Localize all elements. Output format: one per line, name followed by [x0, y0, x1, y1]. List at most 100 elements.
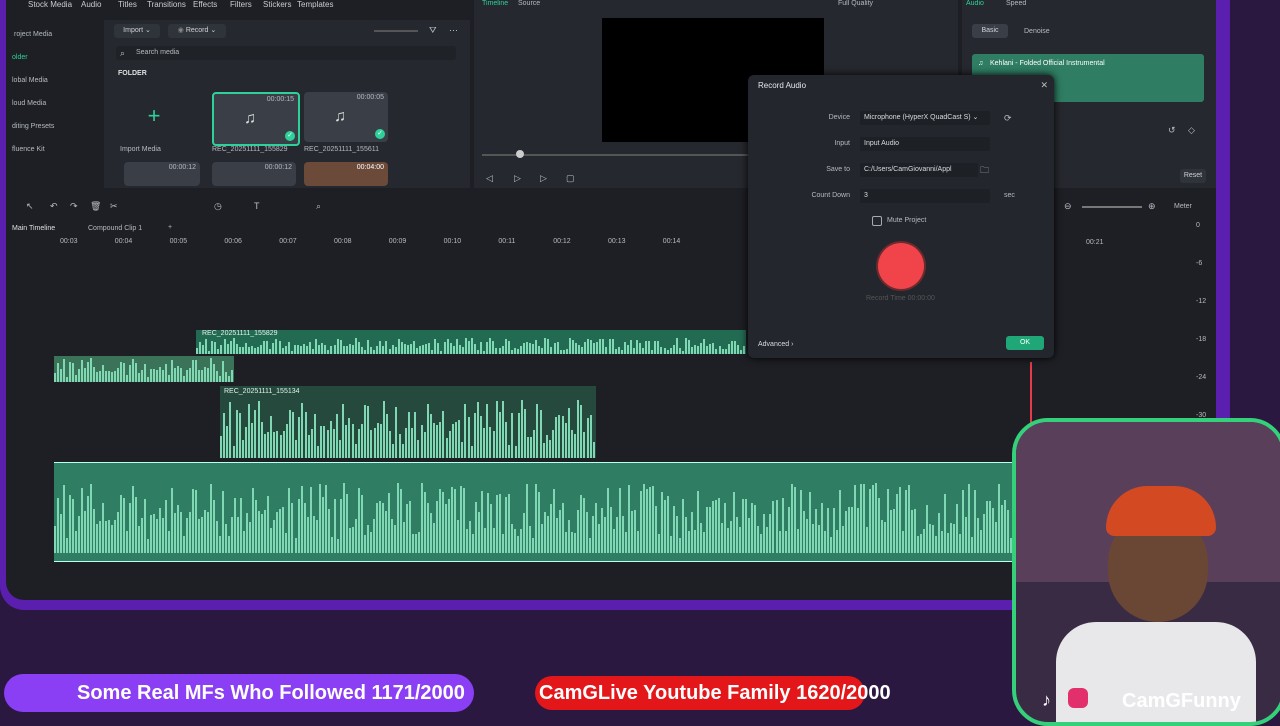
refresh-icon[interactable]: ⟳ — [1004, 112, 1012, 124]
add-timeline-button[interactable]: + — [168, 224, 172, 231]
waveform-bar — [715, 349, 718, 354]
device-select[interactable]: Microphone (HyperX QuadCast S) ⌄ — [860, 111, 990, 125]
tab-audio[interactable]: Audio — [81, 0, 101, 16]
audio-clip-2[interactable]: REC_20251111_155134 — [220, 386, 596, 458]
sidebar-item-cloud-media[interactable]: loud Media — [12, 100, 46, 107]
waveform-bar — [678, 347, 681, 354]
waveform-bar — [709, 507, 712, 553]
sidebar-item-project-media[interactable]: roject Media — [14, 31, 52, 38]
split-icon[interactable]: ✂ — [110, 200, 118, 212]
tab-speed[interactable]: Speed — [1006, 0, 1026, 7]
media-clip-4[interactable]: 00:00:12 — [212, 162, 296, 186]
select-icon[interactable]: ↖ — [26, 200, 34, 212]
ruler-tick-label: 00:09 — [388, 238, 407, 245]
waveform-bar — [69, 362, 71, 382]
reset-button[interactable]: Reset — [1180, 169, 1206, 183]
media-clip-1[interactable]: 00:00:15 ♫ ✓ — [212, 92, 300, 146]
input-select[interactable]: Input Audio — [860, 137, 990, 151]
ok-button[interactable]: OK — [1006, 336, 1044, 350]
tab-effects[interactable]: Effects — [193, 0, 217, 16]
waveform-bar — [733, 491, 736, 553]
waveform-bar — [269, 349, 272, 354]
zoom-in-icon[interactable]: ⊕ — [1148, 200, 1156, 212]
waveform-bar — [129, 365, 131, 382]
mute-project-checkbox[interactable] — [872, 216, 882, 226]
undo-icon[interactable]: ↶ — [50, 200, 58, 212]
quality-select[interactable]: Full Quality — [838, 0, 873, 7]
import-button[interactable]: Import ⌄ — [114, 24, 160, 38]
more-icon[interactable]: ⋯ — [449, 24, 458, 36]
sidebar-item-editing-presets[interactable]: diting Presets — [12, 123, 54, 130]
keyframe-icon[interactable]: ◇ — [1188, 124, 1195, 136]
sidebar-item-folder[interactable]: older — [12, 54, 28, 61]
waveform-bar — [997, 483, 1000, 553]
tab-audio-properties[interactable]: Audio — [966, 0, 984, 7]
record-button[interactable]: ◉ Record ⌄ — [168, 24, 226, 38]
waveform-bar — [370, 347, 373, 354]
timer-icon[interactable]: ◷ — [214, 200, 222, 212]
delete-icon[interactable]: 🗑 — [90, 200, 101, 212]
audio-clip-0[interactable] — [54, 356, 234, 382]
play-icon[interactable]: ▷ — [514, 172, 521, 184]
zoom-slider[interactable] — [374, 30, 418, 32]
next-icon[interactable]: ▷ — [540, 172, 547, 184]
waveform-bar — [220, 435, 222, 458]
audio-clip-music[interactable] — [54, 462, 1016, 562]
waveform-bar — [294, 538, 297, 553]
zoom-icon[interactable]: ⌕ — [316, 200, 321, 212]
timeline-zoom-slider[interactable] — [1082, 206, 1142, 208]
tab-denoise[interactable]: Denoise — [1024, 28, 1050, 35]
folder-icon[interactable]: 🗀 — [980, 164, 989, 176]
waveform-bar — [733, 341, 736, 354]
waveform-bar — [304, 411, 307, 458]
search-input[interactable]: ⌕ Search media — [116, 46, 456, 60]
sidebar-item-influence-kit[interactable]: fluence Kit — [12, 146, 45, 153]
waveform-bar — [54, 372, 56, 382]
waveform-bar — [940, 530, 943, 553]
filter-icon[interactable]: ⛛ — [429, 24, 437, 36]
tab-transitions[interactable]: Transitions — [147, 0, 186, 16]
media-clip-2[interactable]: 00:00:05 ♫ ✓ — [304, 92, 388, 142]
tab-titles[interactable]: Titles — [118, 0, 137, 16]
meter-toggle[interactable]: Meter — [1174, 203, 1192, 210]
countdown-input[interactable]: 3 — [860, 189, 990, 203]
text-icon[interactable]: T — [254, 200, 260, 212]
waveform-bar — [263, 433, 266, 458]
waveform-bar — [409, 344, 412, 354]
tab-main-timeline[interactable]: Main Timeline — [12, 225, 55, 232]
prev-frame-icon[interactable]: ◁ — [486, 172, 493, 184]
waveform-bar — [673, 505, 676, 553]
waveform-bar — [976, 517, 979, 553]
tab-timeline[interactable]: Timeline — [482, 0, 508, 7]
audio-clip-1[interactable]: REC_20251111_155829 — [196, 330, 746, 354]
import-media-plus-icon[interactable]: + — [118, 90, 190, 142]
tab-stickers[interactable]: Stickers — [263, 0, 291, 16]
sidebar-item-global-media[interactable]: lobal Media — [12, 77, 48, 84]
undo-icon[interactable]: ↺ — [1168, 124, 1176, 136]
waveform-bar — [90, 358, 92, 382]
zoom-out-icon[interactable]: ⊖ — [1064, 200, 1072, 212]
tab-filters[interactable]: Filters — [230, 0, 252, 16]
stop-icon[interactable]: ▢ — [566, 172, 575, 184]
close-icon[interactable]: ✕ — [1040, 79, 1048, 91]
waveform-bar — [561, 416, 564, 458]
media-clip-5[interactable]: 00:04:00 — [304, 162, 388, 186]
clip-name: REC_20251111_155611 — [304, 146, 379, 153]
tab-basic[interactable]: Basic — [972, 24, 1008, 38]
tab-stock-media[interactable]: Stock Media — [28, 0, 72, 16]
tab-source[interactable]: Source — [518, 0, 540, 7]
media-clip-3[interactable]: 00:00:12 — [124, 162, 200, 186]
waveform-bar — [207, 367, 209, 382]
waveform-bar — [757, 525, 760, 553]
redo-icon[interactable]: ↷ — [70, 200, 78, 212]
record-start-button[interactable] — [878, 243, 924, 289]
scrubber-handle[interactable] — [516, 150, 524, 158]
waveform-bar — [159, 366, 161, 382]
save-path-input[interactable]: C:/Users/CamGiovanni/Appl — [860, 163, 978, 177]
waveform-bar — [216, 370, 218, 382]
waveform-bar — [361, 346, 363, 354]
waveform-bar — [207, 511, 210, 553]
tab-compound-clip[interactable]: Compound Clip 1 — [88, 225, 142, 232]
advanced-toggle[interactable]: Advanced › — [758, 341, 793, 348]
tab-templates[interactable]: Templates — [297, 0, 333, 16]
